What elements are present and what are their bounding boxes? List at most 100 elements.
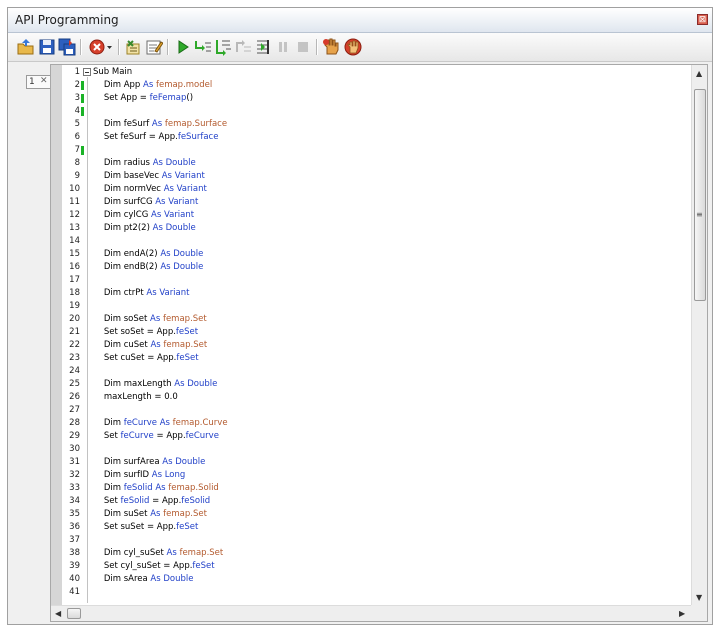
step-out-icon[interactable]: [234, 38, 252, 56]
vertical-scroll-thumb[interactable]: ≡: [694, 89, 706, 301]
toolbar-separator: [118, 39, 120, 55]
line-number: 25: [69, 379, 80, 389]
code-line: Dim feCurve As femap.Curve: [103, 418, 228, 428]
line-number: 29: [69, 431, 80, 441]
line-number: 20: [69, 314, 80, 324]
line-number: 33: [69, 483, 80, 493]
breakpoint-gutter[interactable]: [51, 65, 62, 605]
code-line: Set cuSet = App.feSet: [103, 353, 199, 363]
close-icon[interactable]: ⊠: [697, 14, 708, 25]
line-number: 5: [74, 119, 80, 129]
breakpoint-hand-icon[interactable]: [322, 38, 340, 56]
grip-icon: ≡: [696, 210, 703, 219]
line-number: 9: [74, 171, 80, 181]
code-line: Set feSurf = App.feSurface: [103, 132, 219, 142]
line-number: 41: [69, 587, 80, 597]
title-bar: API Programming ⊠: [8, 8, 712, 33]
vertical-scrollbar[interactable]: ▲ ≡ ▼: [691, 65, 707, 605]
code-line: Dim soSet As femap.Set: [103, 314, 207, 324]
line-number: 31: [69, 457, 80, 467]
run-to-cursor-icon[interactable]: [254, 38, 272, 56]
line-number: 11: [69, 197, 80, 207]
references-icon[interactable]: [125, 38, 143, 56]
code-line: Dim App As femap.model: [103, 80, 213, 90]
code-line: Dim surfID As Long: [103, 470, 186, 480]
code-area[interactable]: Sub Main Dim App As femap.model Set App …: [93, 65, 683, 605]
line-number: 1: [74, 67, 80, 77]
editor-tab[interactable]: 1 ✕: [26, 75, 52, 89]
code-line: Dim surfArea As Double: [103, 457, 206, 467]
code-line: Dim sArea As Double: [103, 574, 194, 584]
line-number: 3: [74, 93, 80, 103]
horizontal-scrollbar[interactable]: ◀ ▶: [51, 605, 691, 621]
open-folder-icon[interactable]: [17, 38, 35, 56]
pause-icon[interactable]: [274, 38, 292, 56]
resize-grip-icon[interactable]: [691, 605, 707, 621]
code-line: Set soSet = App.feSet: [103, 327, 199, 337]
code-line: Set feCurve = App.feCurve: [103, 431, 219, 441]
line-number: 24: [69, 366, 80, 376]
line-number: 26: [69, 392, 80, 402]
step-into-icon[interactable]: [194, 38, 212, 56]
code-editor[interactable]: 1 2 3 4 5 6 7 8 9 10 11 12 13 14 15 16 17 18 19 20 21 22 23 24 2…: [50, 64, 708, 622]
line-number: 40: [69, 574, 80, 584]
modified-line-marker: [81, 81, 84, 90]
cancel-dropdown-icon[interactable]: [88, 38, 114, 56]
toolbar-separator: [316, 39, 318, 55]
toolbar-separator: [80, 39, 82, 55]
modified-line-marker: [81, 146, 84, 155]
code-line: Set suSet = App.feSet: [103, 522, 199, 532]
line-number: 8: [74, 158, 80, 168]
code-line: Dim normVec As Variant: [103, 184, 207, 194]
code-line: Dim suSet As femap.Set: [103, 509, 207, 519]
edit-icon[interactable]: [145, 38, 163, 56]
line-number: 21: [69, 327, 80, 337]
line-number: 14: [69, 236, 80, 246]
code-line: Dim cuSet As femap.Set: [103, 340, 208, 350]
code-line: Dim cylCG As Variant: [103, 210, 195, 220]
scroll-down-icon[interactable]: ▼: [696, 593, 702, 602]
run-icon[interactable]: [174, 38, 192, 56]
code-line: Set cyl_suSet = App.feSet: [103, 561, 215, 571]
line-number: 35: [69, 509, 80, 519]
step-over-icon[interactable]: [214, 38, 232, 56]
window-title: API Programming: [15, 13, 119, 27]
code-line: Dim endA(2) As Double: [103, 249, 204, 259]
horizontal-scroll-thumb[interactable]: [67, 608, 81, 619]
save-all-icon[interactable]: [58, 38, 76, 56]
modified-line-marker: [81, 94, 84, 103]
line-number: 37: [69, 535, 80, 545]
fold-line: [87, 77, 88, 603]
code-line: Dim feSurf As femap.Surface: [103, 119, 228, 129]
scroll-left-icon[interactable]: ◀: [55, 609, 61, 618]
line-number: 6: [74, 132, 80, 142]
code-line: Dim feSolid As femap.Solid: [103, 483, 219, 493]
line-number: 39: [69, 561, 80, 571]
code-line: Dim endB(2) As Double: [103, 262, 204, 272]
scroll-up-icon[interactable]: ▲: [696, 69, 702, 78]
line-number: 32: [69, 470, 80, 480]
scroll-right-icon[interactable]: ▶: [679, 609, 685, 618]
toolbar-separator: [167, 39, 169, 55]
save-icon[interactable]: [38, 38, 56, 56]
code-line: Dim baseVec As Variant: [103, 171, 205, 181]
tab-number: 1: [29, 77, 35, 87]
line-number: 38: [69, 548, 80, 558]
modified-line-marker: [81, 107, 84, 116]
fold-toggle-icon[interactable]: [83, 68, 91, 76]
clear-breakpoints-icon[interactable]: [344, 38, 362, 56]
tab-close-icon[interactable]: ✕: [40, 76, 48, 86]
stop-icon[interactable]: [294, 38, 312, 56]
code-line: Set feSolid = App.feSolid: [103, 496, 211, 506]
code-line: Dim ctrPt As Variant: [103, 288, 190, 298]
line-number: 22: [69, 340, 80, 350]
line-number: 10: [69, 184, 80, 194]
line-number-gutter: 1 2 3 4 5 6 7 8 9 10 11 12 13 14 15 16 17 18 19 20 21 22 23 24 2…: [62, 65, 80, 605]
line-number: 13: [69, 223, 80, 233]
code-line: Sub Main: [93, 67, 133, 77]
code-line: Dim surfCG As Variant: [103, 197, 199, 207]
line-number: 12: [69, 210, 80, 220]
line-number: 28: [69, 418, 80, 428]
line-number: 19: [69, 301, 80, 311]
code-line: Dim maxLength As Double: [103, 379, 218, 389]
